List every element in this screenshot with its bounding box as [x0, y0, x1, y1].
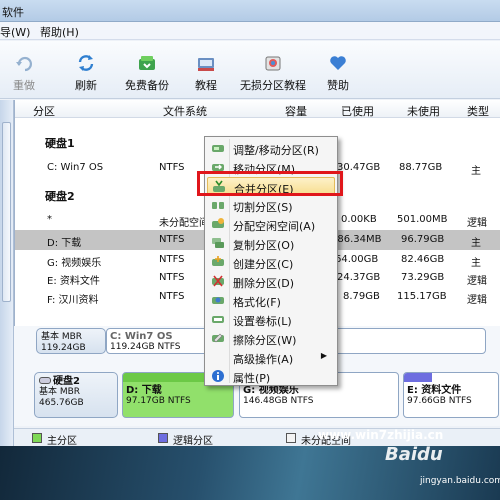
format-icon: [212, 297, 224, 304]
menu-item-resize-move[interactable]: 调整/移动分区(R): [207, 139, 335, 158]
legend-logical-swatch: [158, 433, 168, 443]
menu-item-create[interactable]: 创建分区(C): [207, 253, 335, 272]
col-unused[interactable]: 未使用: [407, 103, 440, 119]
menu-item-properties[interactable]: 属性(P): [207, 367, 335, 386]
menu-item-set-label[interactable]: 设置卷标(L): [207, 310, 335, 329]
legend-primary: 主分区: [47, 436, 77, 446]
col-capacity[interactable]: 容量: [285, 103, 307, 119]
left-panel-scrollbar[interactable]: [2, 122, 11, 302]
tutorial-icon: [198, 58, 214, 71]
menu-item-format[interactable]: 格式化(F): [207, 291, 335, 310]
lossless-partition-tutorial-button[interactable]: 无损分区教程: [238, 43, 308, 95]
advanced-icon: [211, 350, 225, 364]
copy-partition-icon: [212, 238, 224, 248]
desktop-background: www.win7zhijia.cn Baidu jingyan.baidu.co…: [0, 428, 500, 500]
disk1-header: 硬盘1: [45, 137, 75, 150]
menu-item-guide[interactable]: 导(W): [0, 24, 30, 40]
free-backup-button[interactable]: 免费备份: [122, 43, 172, 95]
col-type[interactable]: 类型: [467, 103, 489, 119]
refresh-button[interactable]: 刷新: [68, 43, 104, 95]
resize-partition-icon: [212, 145, 224, 152]
col-partition[interactable]: 分区: [33, 103, 55, 119]
menu-bar: 导(W) 帮助(H): [0, 22, 500, 40]
info-icon: [212, 370, 224, 382]
disk2-header: 硬盘2: [45, 190, 75, 203]
menu-item-split[interactable]: 切割分区(S): [207, 196, 335, 215]
watermark-site: www.win7zhijia.cn: [318, 428, 444, 442]
title-bar: 软件: [0, 0, 500, 22]
tutorial-button[interactable]: 教程: [188, 43, 224, 95]
wipe-partition-icon: [212, 333, 224, 343]
window-title: 软件: [2, 6, 24, 19]
legend-unallocated-swatch: [286, 433, 296, 443]
submenu-arrow-icon: ▶: [320, 351, 327, 360]
app-window: 软件 导(W) 帮助(H) 重做 刷新 免费备份 教程 无损分区教程 赞助 分区…: [0, 0, 500, 446]
watermark-brand: Baidu: [385, 444, 443, 465]
heart-icon: [330, 56, 346, 70]
label-icon: [212, 316, 224, 323]
create-partition-icon: [212, 256, 224, 266]
menu-item-delete[interactable]: 删除分区(D): [207, 272, 335, 291]
lossless-partition-icon: [265, 56, 281, 71]
toolbar: 重做 刷新 免费备份 教程 无损分区教程 赞助: [0, 41, 500, 99]
col-filesystem[interactable]: 文件系统: [163, 103, 207, 119]
disk1-info[interactable]: 基本 MBR 119.24GB: [36, 328, 106, 354]
annotation-highlight-box: [197, 171, 343, 196]
left-panel-strip: [0, 100, 14, 446]
redo-button[interactable]: 重做: [6, 43, 42, 95]
allocate-space-icon: [212, 218, 224, 228]
legend-logical: 逻辑分区: [173, 436, 213, 446]
split-partition-icon: [212, 202, 224, 209]
disk2-info[interactable]: 硬盘2 基本 MBR 465.76GB: [34, 372, 118, 418]
delete-partition-icon: [212, 275, 224, 287]
menu-item-wipe[interactable]: 擦除分区(W): [207, 329, 335, 348]
menu-item-advanced[interactable]: 高级操作(A) ▶: [207, 348, 335, 367]
menu-item-help[interactable]: 帮助(H): [40, 24, 79, 40]
col-used[interactable]: 已使用: [341, 103, 374, 119]
refresh-icon: [78, 55, 94, 71]
column-header: 分区 文件系统 容量 已使用 未使用 类型: [15, 100, 500, 118]
menu-item-copy[interactable]: 复制分区(O): [207, 234, 335, 253]
legend-primary-swatch: [32, 433, 42, 443]
watermark-sub: jingyan.baidu.com: [420, 476, 500, 486]
disk-icon: [39, 377, 51, 384]
sponsor-button[interactable]: 赞助: [320, 43, 356, 95]
backup-icon: [139, 56, 155, 70]
disk2-partition-e[interactable]: E: 资料文件 97.66GB NTFS: [403, 372, 499, 418]
menu-item-allocate-free-space[interactable]: 分配空闲空间(A): [207, 215, 335, 234]
redo-icon: [16, 56, 32, 72]
